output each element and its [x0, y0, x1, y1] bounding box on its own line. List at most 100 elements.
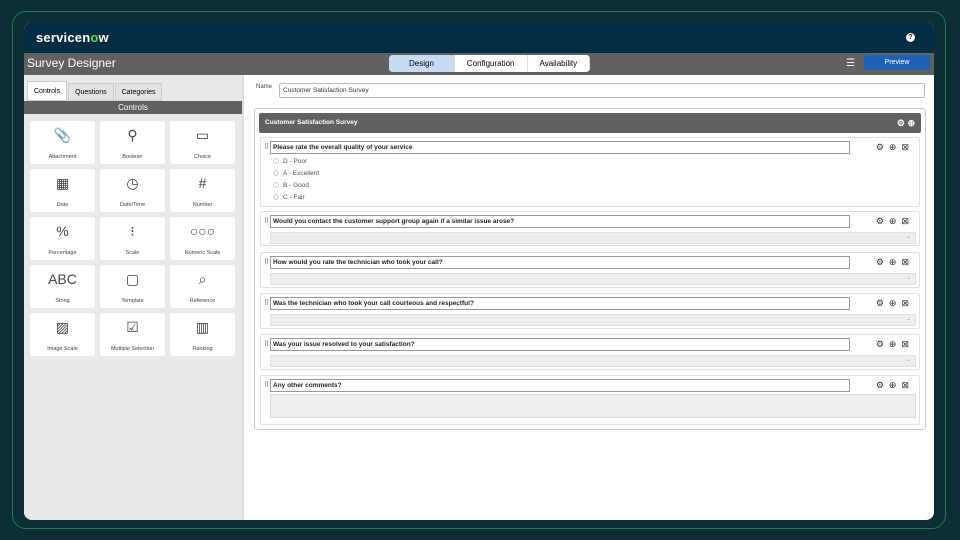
answer-select[interactable]: ⌄ [270, 355, 916, 367]
gear-icon[interactable]: ⚙ [876, 380, 889, 390]
option-label: D - Poor [283, 158, 308, 165]
control-label: Percentage [48, 250, 77, 256]
option-label: A - Excellent [283, 170, 320, 177]
drag-handle-icon[interactable]: ⠿ [264, 217, 269, 225]
control-scale[interactable]: ⁝ Scale [100, 217, 165, 260]
radio-option[interactable]: B - Good [273, 182, 309, 189]
question-text-input[interactable]: Would you contact the customer support g… [270, 215, 850, 228]
control-image-scale[interactable]: ▨ Image Scale [30, 313, 95, 356]
control-percentage[interactable]: % Percentage [30, 217, 95, 260]
control-icon: ▦ [55, 175, 70, 191]
question-text-input[interactable]: Was your issue resolved to your satisfac… [270, 338, 850, 351]
comment-textarea[interactable] [270, 394, 916, 418]
name-label: Name [256, 84, 273, 90]
control-number[interactable]: # Number [170, 169, 235, 212]
add-icon[interactable]: ⊕ [889, 257, 902, 267]
drag-handle-icon[interactable]: ⠿ [264, 340, 269, 348]
control-ranking[interactable]: ▥ Ranking [170, 313, 235, 356]
add-icon[interactable]: ⊕ [889, 142, 902, 152]
answer-select[interactable]: ⌄ [270, 232, 916, 244]
add-icon[interactable]: ⊕ [889, 298, 902, 308]
question-text-input[interactable]: Please rate the overall quality of your … [270, 141, 850, 154]
question-card: ⠿ Any other comments? ⚙⊕⊠ [260, 375, 920, 425]
control-icon: ▭ [195, 127, 210, 143]
question-text-input[interactable]: Any other comments? [270, 379, 850, 392]
control-icon: ▨ [55, 319, 70, 335]
name-input[interactable]: Customer Satisfaction Survey [279, 83, 925, 98]
control-choice[interactable]: ▭ Choice [170, 121, 235, 164]
question-text-input[interactable]: How would you rate the technician who to… [270, 256, 850, 269]
control-string[interactable]: ABC String [30, 265, 95, 308]
control-label: Image Scale [47, 346, 78, 352]
add-icon[interactable]: ⊕ [907, 118, 915, 128]
gear-icon[interactable]: ⚙ [876, 142, 889, 152]
gear-icon[interactable]: ⚙ [876, 339, 889, 349]
radio-option[interactable]: C - Fair [273, 194, 305, 201]
control-label: Numeric Scale [184, 250, 221, 256]
menu-icon[interactable]: ☰ [846, 58, 855, 69]
tab-controls[interactable]: Controls [27, 81, 68, 101]
control-label: Choice [193, 154, 212, 160]
designer-area: Name Customer Satisfaction Survey Custom… [246, 75, 934, 520]
add-icon[interactable]: ⊕ [889, 339, 902, 349]
control-reference[interactable]: ⌕ Reference [170, 265, 235, 308]
gear-icon[interactable]: ⚙ [876, 257, 889, 267]
tab-design[interactable]: Design [389, 55, 455, 72]
control-label: Date/Time [119, 202, 146, 208]
question-card: ⠿ Was the technician who took your call c… [260, 293, 920, 329]
tab-categories[interactable]: Categories [114, 83, 163, 101]
title-bar: Survey Designer Design Configuration Ava… [24, 53, 934, 75]
question-text-input[interactable]: Was the technician who took your call co… [270, 297, 850, 310]
help-icon[interactable]: ? [906, 33, 915, 42]
answer-select[interactable]: ⌄ [270, 273, 916, 285]
control-date-time[interactable]: ◷ Date/Time [100, 169, 165, 212]
delete-icon[interactable]: ⊠ [901, 339, 914, 349]
radio-option[interactable]: D - Poor [273, 158, 307, 165]
radio-option[interactable]: A - Excellent [273, 170, 319, 177]
control-attachment[interactable]: 📎 Attachment [30, 121, 95, 164]
page-title: Survey Designer [27, 56, 116, 70]
control-icon: ◷ [126, 175, 139, 191]
control-icon: ○○○ [189, 223, 216, 239]
control-numeric-scale[interactable]: ○○○ Numeric Scale [170, 217, 235, 260]
control-icon: % [56, 223, 69, 239]
tab-availability[interactable]: Availability [528, 55, 591, 72]
control-label: Template [121, 298, 144, 304]
delete-icon[interactable]: ⊠ [901, 380, 914, 390]
preview-button[interactable]: Preview [864, 55, 930, 70]
control-icon: ▢ [125, 271, 140, 287]
delete-icon[interactable]: ⊠ [901, 216, 914, 226]
control-icon: ⚲ [127, 127, 138, 143]
control-icon: ⌕ [198, 271, 207, 287]
add-icon[interactable]: ⊕ [889, 380, 902, 390]
control-icon: ▥ [195, 319, 210, 335]
drag-handle-icon[interactable]: ⠿ [264, 299, 269, 307]
tab-configuration[interactable]: Configuration [455, 55, 528, 72]
control-label: Multiple Selection [110, 346, 155, 352]
control-date[interactable]: ▦ Date [30, 169, 95, 212]
question-card: ⠿ How would you rate the technician who t… [260, 252, 920, 288]
delete-icon[interactable]: ⊠ [901, 257, 914, 267]
control-boolean[interactable]: ⚲ Boolean [100, 121, 165, 164]
tab-questions[interactable]: Questions [68, 83, 114, 101]
answer-select[interactable]: ⌄ [270, 314, 916, 326]
delete-icon[interactable]: ⊠ [901, 142, 914, 152]
control-icon: ☑ [126, 319, 139, 335]
top-bar: servicenow ? [24, 22, 934, 53]
drag-handle-icon[interactable]: ⠿ [264, 143, 269, 151]
control-multiple-selection[interactable]: ☑ Multiple Selection [100, 313, 165, 356]
control-label: Ranking [192, 346, 213, 352]
gear-icon[interactable]: ⚙ [876, 216, 889, 226]
gear-icon[interactable]: ⚙ [897, 118, 905, 128]
gear-icon[interactable]: ⚙ [876, 298, 889, 308]
drag-handle-icon[interactable]: ⠿ [264, 258, 269, 266]
control-label: Date [56, 202, 69, 208]
drag-handle-icon[interactable]: ⠿ [264, 381, 269, 389]
add-icon[interactable]: ⊕ [889, 216, 902, 226]
delete-icon[interactable]: ⊠ [901, 298, 914, 308]
left-panel: Controls Questions Categories Controls 📎… [24, 75, 244, 520]
control-template[interactable]: ▢ Template [100, 265, 165, 308]
survey-title: Customer Satisfaction Survey [265, 119, 358, 126]
control-icon: ABC [48, 271, 77, 287]
view-tabs: Design Configuration Availability [389, 55, 591, 72]
